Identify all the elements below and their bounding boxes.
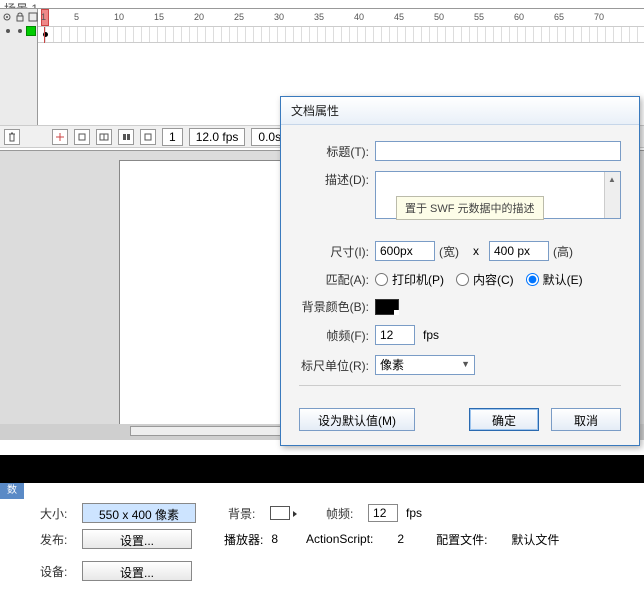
ruler-tick: 70 (594, 12, 604, 22)
match-printer-label: 打印机(P) (392, 271, 444, 288)
onion-skin-icon[interactable] (74, 129, 90, 145)
make-default-button[interactable]: 设为默认值(M) (299, 408, 415, 431)
ruler-tick: 10 (114, 12, 124, 22)
scroll-up-icon[interactable]: ▲ (605, 172, 619, 186)
modify-markers-icon[interactable] (140, 129, 156, 145)
description-label: 描述(D): (299, 171, 375, 188)
ok-button[interactable]: 确定 (469, 408, 539, 431)
dialog-title: 文档属性 (281, 97, 639, 125)
dimensions-label: 尺寸(I): (299, 243, 375, 260)
ruler-units-select[interactable]: 像素 (375, 355, 475, 375)
match-label: 匹配(A): (299, 271, 375, 288)
onion-skin-outline-icon[interactable] (96, 129, 112, 145)
document-properties-dialog: 文档属性 标题(T): 描述(D): 置于 SWF 元数据中的描述 ▲ 尺寸(I… (280, 96, 640, 446)
edit-multiple-icon[interactable] (118, 129, 134, 145)
match-content-label: 内容(C) (473, 271, 514, 288)
title-input[interactable] (375, 141, 621, 161)
description-textarea[interactable]: 置于 SWF 元数据中的描述 ▲ (375, 171, 621, 219)
match-default-radio[interactable] (526, 273, 539, 286)
ruler-tick: 50 (434, 12, 444, 22)
config-value: 默认文件 (511, 531, 559, 548)
textarea-scrollbar[interactable]: ▲ (604, 172, 620, 218)
ruler-tick: 1 (41, 12, 46, 22)
bg-label: 背景: (228, 505, 262, 522)
actionscript-label: ActionScript: (306, 532, 373, 546)
bgcolor-label: 背景颜色(B): (299, 298, 375, 315)
ruler-tick: 20 (194, 12, 204, 22)
title-field-label: 标题(T): (299, 143, 375, 160)
size-button[interactable]: 550 x 400 像素 (82, 503, 196, 523)
trash-icon[interactable] (4, 129, 20, 145)
bg-color-swatch[interactable] (270, 506, 290, 520)
divider (299, 385, 621, 386)
layer-row[interactable] (0, 23, 37, 39)
current-frame: 1 (162, 128, 183, 146)
framerate-label: 帧频(F): (299, 327, 375, 344)
height-input[interactable] (489, 241, 549, 261)
outline-icon[interactable] (28, 11, 38, 21)
ruler-tick: 40 (354, 12, 364, 22)
device-label: 设备: (40, 563, 74, 580)
ruler-tick: 35 (314, 12, 324, 22)
layer-color-swatch (26, 26, 36, 36)
fps-input[interactable] (368, 504, 398, 522)
framerate-input[interactable] (375, 325, 415, 345)
ruler-units-label: 标尺单位(R): (299, 357, 375, 374)
width-input[interactable] (375, 241, 435, 261)
center-frame-icon[interactable] (52, 129, 68, 145)
x-separator: x (473, 244, 479, 258)
cancel-button[interactable]: 取消 (551, 408, 621, 431)
ruler-tick: 5 (74, 12, 79, 22)
timeline-frames[interactable] (38, 27, 644, 43)
ruler-tick: 55 (474, 12, 484, 22)
ruler-tick: 15 (154, 12, 164, 22)
match-content-radio[interactable] (456, 273, 469, 286)
player-value: 8 (271, 532, 278, 546)
match-printer-radio[interactable] (375, 273, 388, 286)
size-label: 大小: (40, 505, 74, 522)
config-label: 配置文件: (436, 531, 487, 548)
framerate-unit: fps (423, 328, 439, 342)
publish-settings-button[interactable]: 设置... (82, 529, 192, 549)
fps-label: 帧频: (326, 505, 360, 522)
bgcolor-swatch[interactable] (375, 299, 399, 315)
fps-unit: fps (406, 506, 422, 520)
ruler-tick: 65 (554, 12, 564, 22)
width-text: (宽) (439, 243, 459, 260)
match-default-label: 默认(E) (543, 271, 583, 288)
properties-tab[interactable]: 数 (0, 483, 24, 499)
actionscript-value: 2 (397, 532, 404, 546)
ruler-tick: 45 (394, 12, 404, 22)
timeline-ruler[interactable]: 1 5 10 15 20 25 30 35 40 45 50 55 60 65 … (38, 9, 644, 27)
lock-icon[interactable] (15, 11, 25, 21)
player-label: 播放器: (224, 531, 263, 548)
eye-icon[interactable] (2, 11, 12, 21)
ruler-tick: 60 (514, 12, 524, 22)
device-settings-button[interactable]: 设置... (82, 561, 192, 581)
ruler-tick: 25 (234, 12, 244, 22)
publish-label: 发布: (40, 531, 74, 548)
tooltip: 置于 SWF 元数据中的描述 (396, 196, 544, 220)
divider-bar (0, 455, 644, 483)
ruler-tick: 30 (274, 12, 284, 22)
height-text: (高) (553, 243, 573, 260)
properties-panel: 大小: 550 x 400 像素 背景: 帧频: fps 发布: 设置... 播… (40, 500, 624, 590)
frame-rate: 12.0 fps (189, 128, 246, 146)
